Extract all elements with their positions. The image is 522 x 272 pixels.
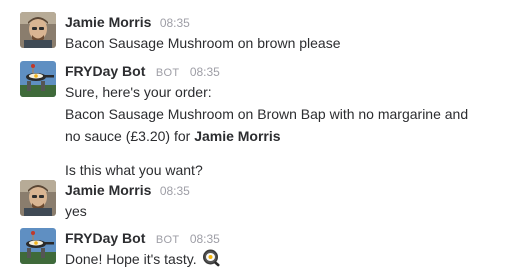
message-text: Done! Hope it's tasty. (65, 248, 512, 270)
timestamp[interactable]: 08:35 (190, 232, 220, 246)
message-text: Is this what you want? (65, 162, 203, 178)
user-avatar-icon[interactable] (20, 12, 56, 48)
message-header: Jamie Morris 08:35 (65, 12, 512, 32)
user-avatar-icon[interactable] (20, 180, 56, 216)
bot-badge: BOT (155, 67, 180, 79)
frying-pan-egg-icon (202, 248, 222, 268)
timestamp[interactable]: 08:35 (160, 16, 190, 30)
message-text: yes (65, 203, 87, 219)
message-text: no sauce (£3.20) for Jamie Morris (65, 125, 512, 147)
author-name[interactable]: Jamie Morris (65, 182, 151, 198)
message-body: Done! Hope it's tasty. (65, 251, 197, 267)
message-text: Sure, here's your order: (65, 84, 212, 100)
message-text: Bacon Sausage Mushroom on Brown Bap with… (65, 106, 469, 122)
author-name[interactable]: FRYDay Bot (65, 63, 145, 79)
timestamp[interactable]: 08:35 (190, 65, 220, 79)
bot-avatar-icon[interactable] (20, 228, 56, 264)
author-name[interactable]: FRYDay Bot (65, 230, 145, 246)
bot-badge: BOT (155, 234, 180, 246)
message-header: FRYDay Bot BOT 08:35 (65, 228, 512, 248)
author-name[interactable]: Jamie Morris (65, 14, 151, 30)
order-summary-text: no sauce (£3.20) for (65, 128, 195, 144)
bot-avatar-icon[interactable] (20, 61, 56, 97)
customer-name: Jamie Morris (194, 128, 281, 144)
message-header: Jamie Morris 08:35 (65, 180, 512, 200)
message-text: Bacon Sausage Mushroom on brown please (65, 35, 341, 51)
message-header: FRYDay Bot BOT 08:35 (65, 61, 512, 81)
timestamp[interactable]: 08:35 (160, 184, 190, 198)
